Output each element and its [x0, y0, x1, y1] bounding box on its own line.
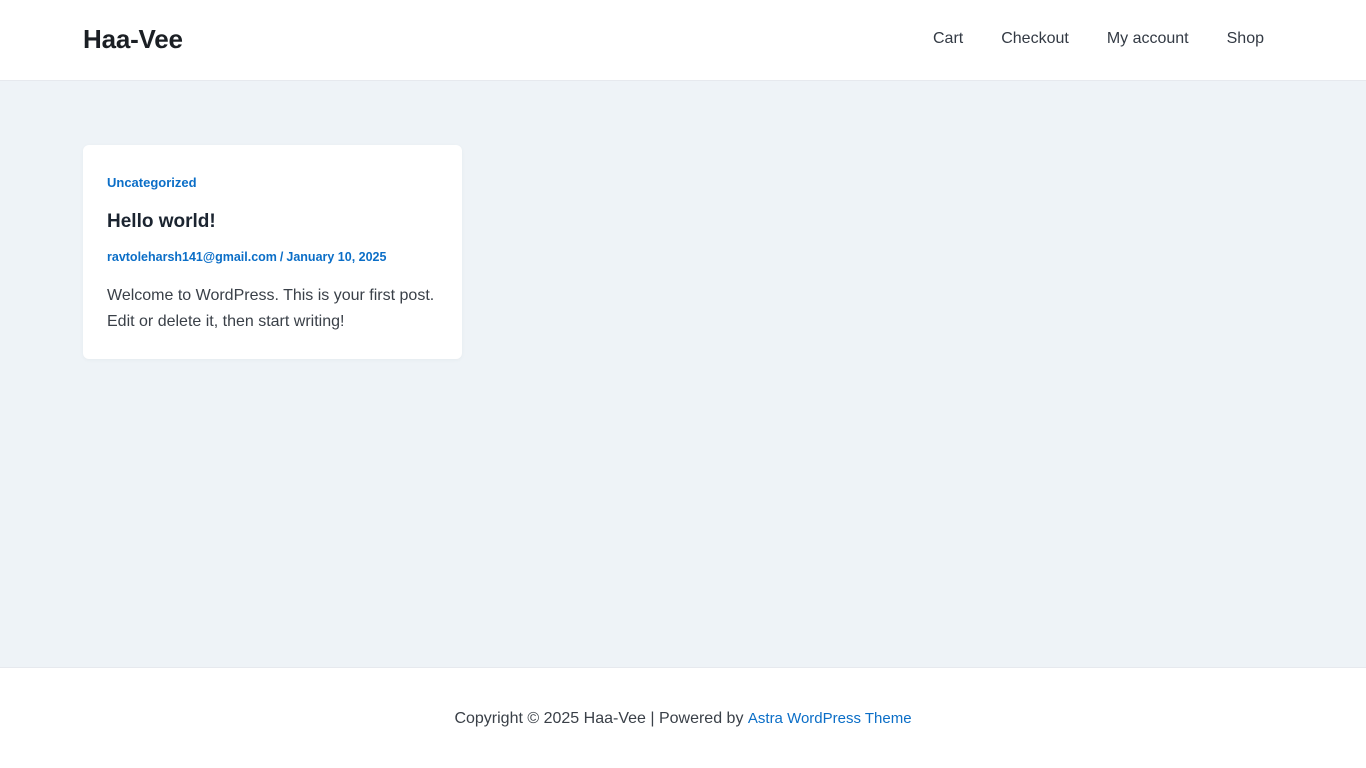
main-navigation: Cart Checkout My account Shop: [933, 29, 1264, 49]
footer-copyright: Copyright © 2025 Haa-Vee | Powered by As…: [0, 709, 1366, 729]
main-content: Uncategorized Hello world! ravtoleharsh1…: [0, 81, 1366, 667]
nav-item-shop[interactable]: Shop: [1227, 29, 1264, 49]
post-excerpt: Welcome to WordPress. This is your first…: [107, 287, 435, 330]
post-date-link[interactable]: January 10, 2025: [286, 250, 386, 264]
copyright-text: Copyright © 2025 Haa-Vee | Powered by: [454, 710, 744, 727]
meta-separator: /: [279, 250, 284, 264]
post-meta: ravtoleharsh141@gmail.com / January 10, 20…: [107, 249, 386, 265]
post-title[interactable]: Hello world!: [107, 210, 216, 234]
post-card: Uncategorized Hello world! ravtoleharsh1…: [83, 145, 462, 359]
nav-item-my-account[interactable]: My account: [1107, 29, 1189, 49]
post-category-link[interactable]: Uncategorized: [107, 175, 197, 191]
nav-item-checkout[interactable]: Checkout: [1001, 29, 1069, 49]
nav-item-cart[interactable]: Cart: [933, 29, 963, 49]
site-header: Haa-Vee Cart Checkout My account Shop: [0, 0, 1366, 81]
site-footer: Copyright © 2025 Haa-Vee | Powered by As…: [0, 667, 1366, 768]
site-title-link[interactable]: Haa-Vee: [83, 24, 183, 54]
post-author-link[interactable]: ravtoleharsh141@gmail.com: [107, 250, 277, 264]
post-title-text[interactable]: Hello world!: [107, 211, 216, 232]
theme-credit-link[interactable]: Astra WordPress Theme: [748, 710, 912, 727]
